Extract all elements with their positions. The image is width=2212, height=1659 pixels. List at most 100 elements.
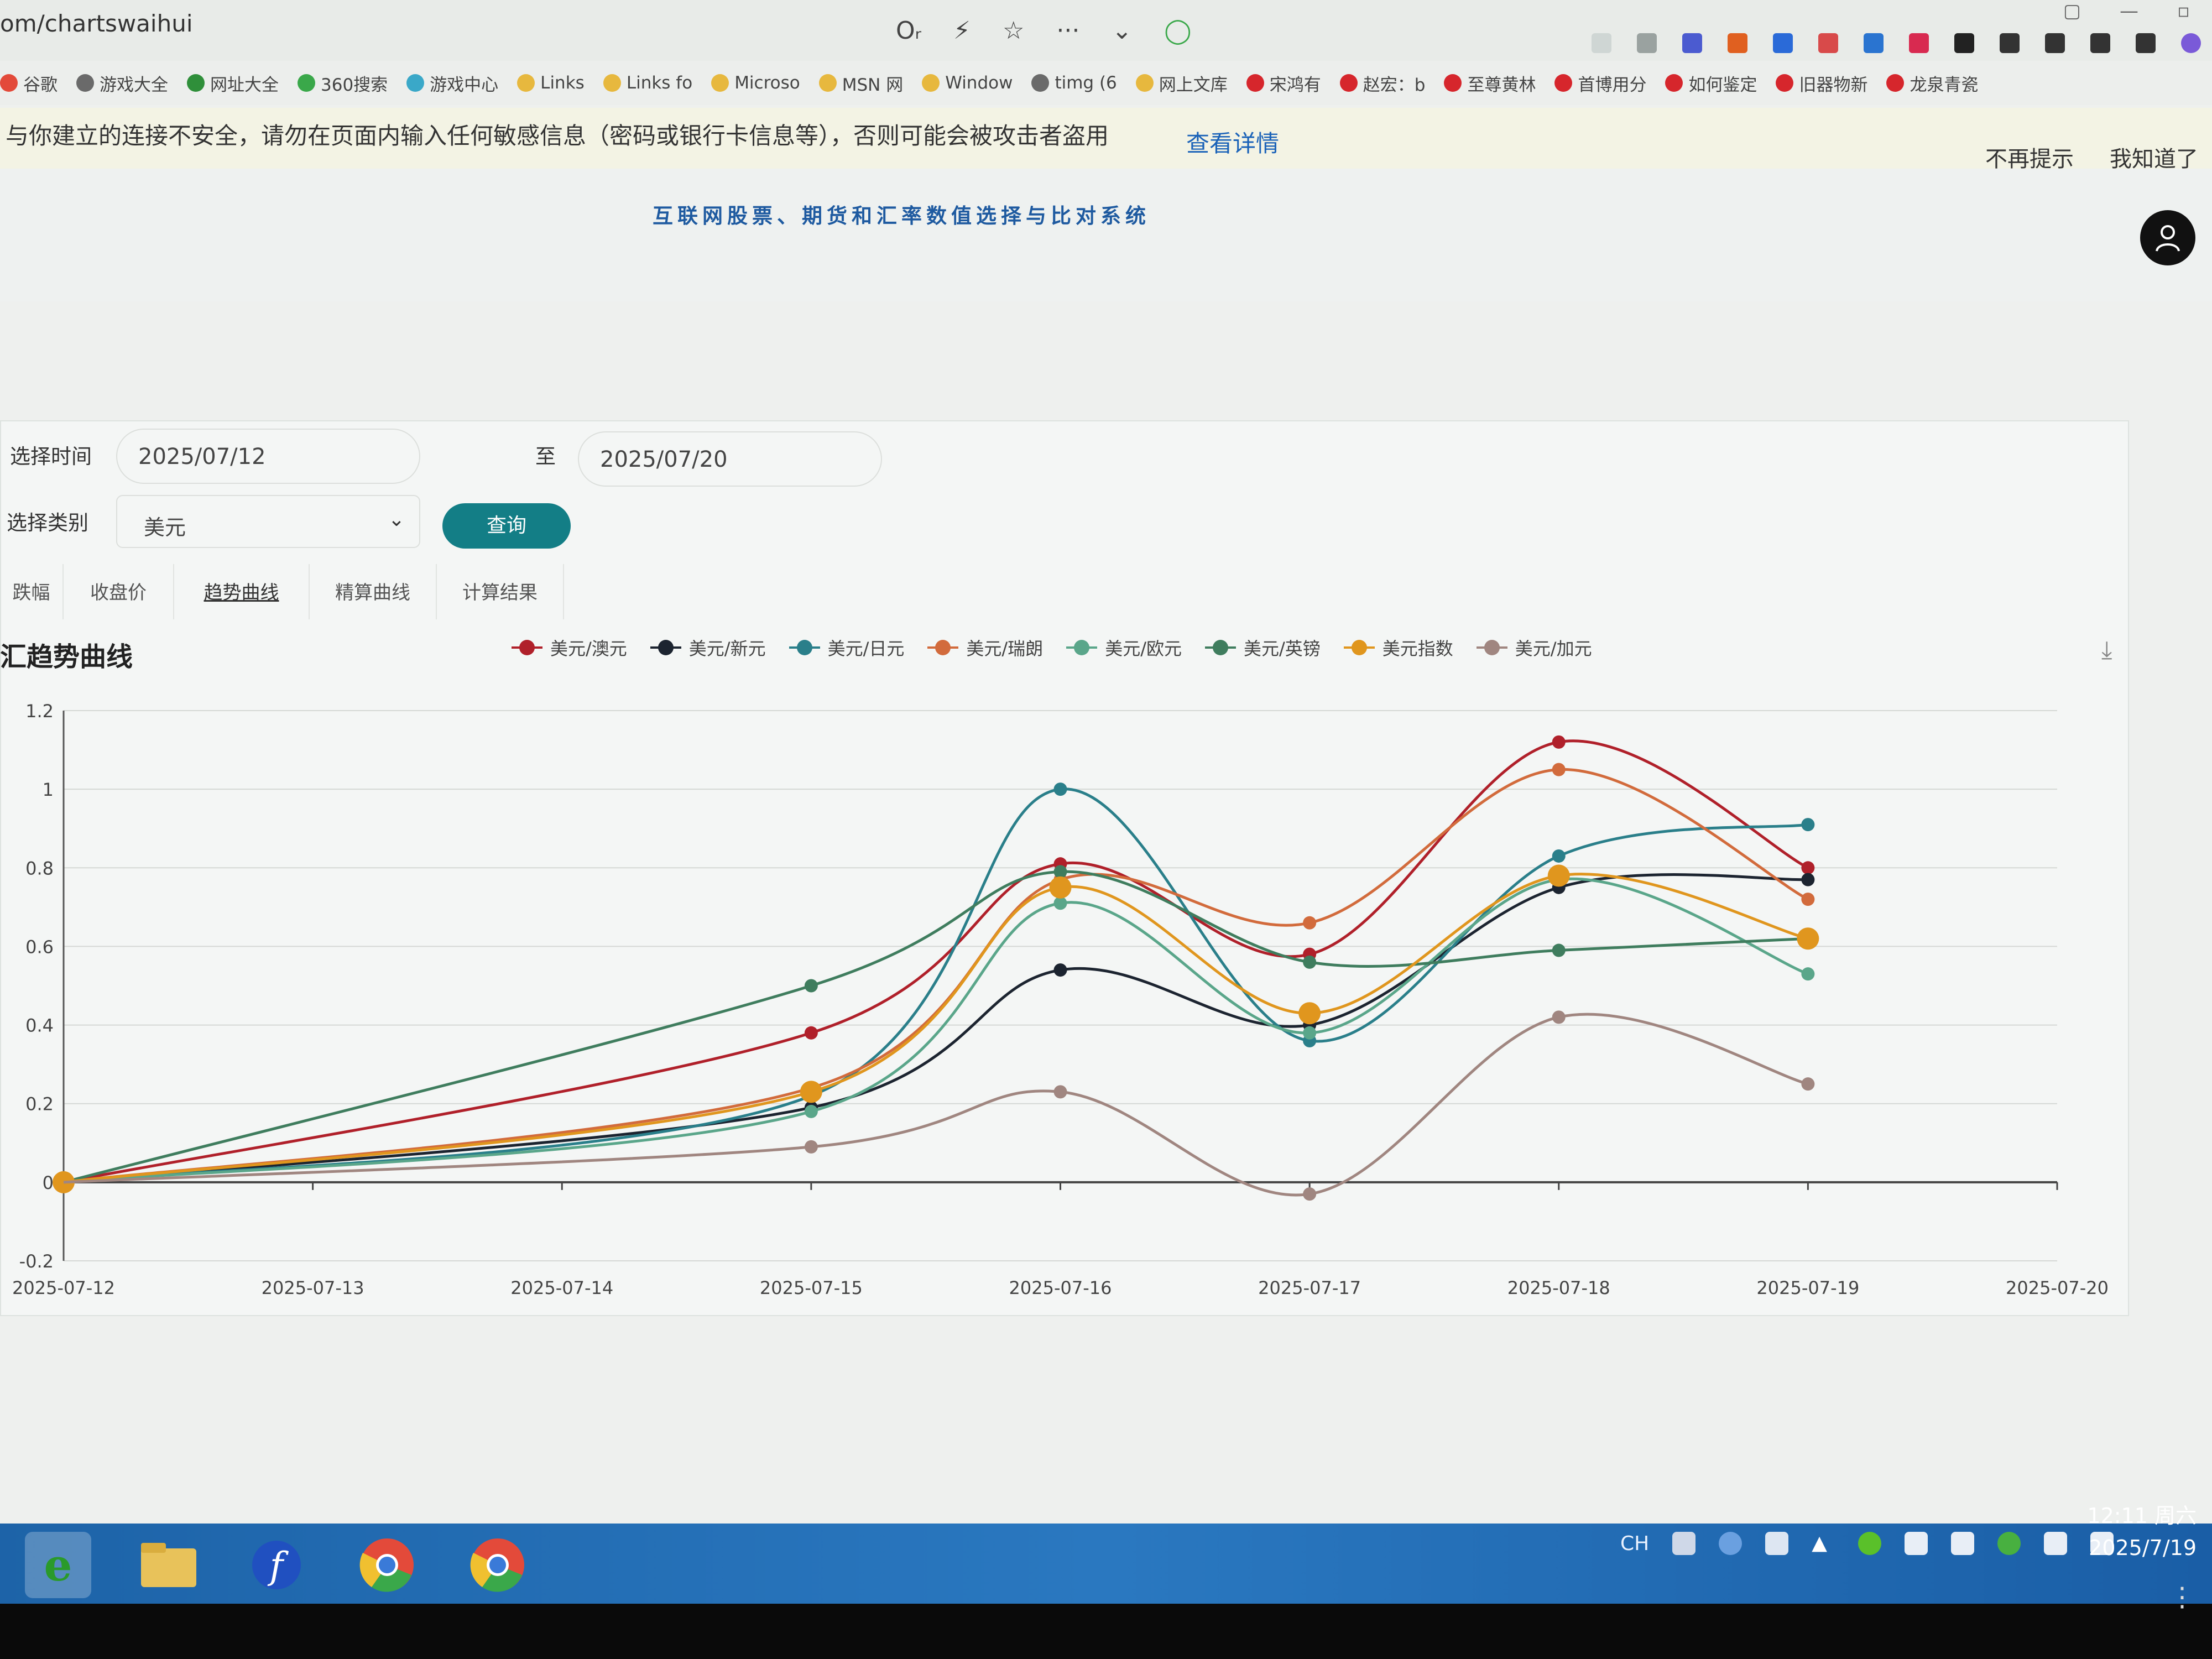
start-date-input[interactable]: 2025/07/12 xyxy=(116,429,420,484)
chevron-down-icon[interactable]: ⌄ xyxy=(1112,17,1132,45)
bookmark-item[interactable]: 首博用分 xyxy=(1554,71,1646,96)
network-icon[interactable] xyxy=(1765,1532,1789,1555)
bookmark-item[interactable]: 360搜索 xyxy=(298,71,388,96)
undo-icon[interactable] xyxy=(2090,33,2110,53)
chart-title: 汇趋势曲线 xyxy=(0,641,133,672)
scissors-icon[interactable] xyxy=(1637,33,1657,53)
legend-item[interactable]: 美元/欧元 xyxy=(1066,635,1182,660)
bookmark-label: Microso xyxy=(734,73,800,93)
bookmark-icon xyxy=(922,74,940,92)
legend-dot xyxy=(1484,640,1500,655)
bookmark-item[interactable]: MSN 网 xyxy=(818,71,903,96)
legend-item[interactable]: 美元/加元 xyxy=(1476,635,1592,660)
clipboard-icon[interactable] xyxy=(1905,1532,1928,1555)
data-point xyxy=(804,1104,818,1118)
extension-icon[interactable] xyxy=(1818,33,1838,53)
bookmark-item[interactable]: 游戏大全 xyxy=(76,71,168,96)
tab-trend-curve[interactable]: 趋势曲线 xyxy=(174,564,310,619)
bookmark-item[interactable]: 龙泉青瓷 xyxy=(1886,71,1978,96)
tab-close-price[interactable]: 收盘价 xyxy=(64,564,174,619)
trend-chart: 1.2 1 0.8 0.6 0.4 0.2 0 -0.2 2025-07-12 2025-07-1… xyxy=(12,701,2109,1298)
bookmark-item[interactable]: 游戏中心 xyxy=(406,71,498,96)
extension-icon[interactable] xyxy=(1773,33,1793,53)
briefcase-icon[interactable] xyxy=(2136,33,2156,53)
bookmark-label: 网上文库 xyxy=(1159,75,1228,95)
legend-item[interactable]: 美元/日元 xyxy=(789,635,904,660)
minimize-icon[interactable]: — xyxy=(2120,0,2138,22)
legend-item[interactable]: 美元/新元 xyxy=(650,635,766,660)
legend-label: 美元/澳元 xyxy=(550,638,627,659)
x-tick-label: 2025-07-14 xyxy=(510,1277,613,1298)
bolt-icon[interactable]: ⚡ xyxy=(953,17,971,45)
volume-icon[interactable] xyxy=(1951,1532,1975,1555)
tab-bar: 跌幅 收盘价 趋势曲线 精算曲线 计算结果 xyxy=(0,564,564,619)
bookmark-item[interactable]: 赵宏：b xyxy=(1339,71,1425,96)
data-point xyxy=(1298,1002,1321,1025)
update-icon[interactable] xyxy=(1997,1532,2021,1555)
keyboard-icon[interactable] xyxy=(1672,1532,1696,1555)
window-icon[interactable] xyxy=(1954,33,1974,53)
bookmark-item[interactable]: 谷歌 xyxy=(0,71,58,96)
loading-icon[interactable]: ◯ xyxy=(1164,17,1191,45)
extension-icon[interactable] xyxy=(1909,33,1929,53)
chrome-icon[interactable] xyxy=(465,1532,531,1598)
bookmark-icon xyxy=(76,74,94,92)
bookmark-label: 游戏大全 xyxy=(100,75,168,95)
legend-item[interactable]: 美元/英镑 xyxy=(1204,635,1321,660)
extension-icon[interactable] xyxy=(1728,33,1747,53)
bookmark-label: 宋鸿有 xyxy=(1269,75,1321,95)
legend-label: 美元/英镑 xyxy=(1243,638,1321,659)
view-details-link[interactable]: 查看详情 xyxy=(1186,125,1279,159)
legend-item[interactable]: 美元指数 xyxy=(1343,635,1453,660)
mail-icon[interactable] xyxy=(1864,33,1884,53)
flash-icon[interactable]: f xyxy=(243,1532,310,1598)
bookmark-item[interactable]: 网址大全 xyxy=(187,71,279,96)
bookmark-item[interactable]: 旧器物新 xyxy=(1776,71,1867,96)
key-icon[interactable]: Oᵣ xyxy=(896,17,921,45)
extension-icon[interactable] xyxy=(1592,33,1611,53)
input-language[interactable]: CH xyxy=(1620,1532,1649,1555)
bookmark-item[interactable]: 网上文库 xyxy=(1135,71,1228,96)
puzzle-icon[interactable] xyxy=(2000,33,2020,53)
download-icon[interactable] xyxy=(2045,33,2065,53)
end-date-input[interactable]: 2025/07/20 xyxy=(578,431,882,487)
chrome-logo xyxy=(470,1538,524,1592)
bookmark-item[interactable]: Window xyxy=(922,73,1013,93)
bookmark-item[interactable]: 至尊黄林 xyxy=(1444,71,1536,96)
extension-icon[interactable] xyxy=(1682,33,1702,53)
download-icon[interactable]: ⤓ xyxy=(2101,636,2112,664)
ie-icon[interactable]: e xyxy=(25,1532,91,1598)
bookmark-item[interactable]: Links fo xyxy=(603,73,692,93)
file-explorer-icon[interactable] xyxy=(135,1532,202,1598)
data-point xyxy=(1801,967,1815,981)
action-center-icon[interactable] xyxy=(2044,1532,2068,1555)
star-icon[interactable]: ☆ xyxy=(1003,17,1024,45)
security-icon[interactable] xyxy=(1858,1532,1882,1555)
show-hidden-icon[interactable]: ▲ xyxy=(1812,1532,1835,1555)
chrome-icon[interactable] xyxy=(354,1532,420,1598)
category-select[interactable]: 美元 ⌄ xyxy=(116,495,420,548)
bookmark-icon xyxy=(711,74,729,92)
help-icon[interactable] xyxy=(1719,1532,1743,1555)
user-avatar[interactable] xyxy=(2140,210,2195,265)
bookmark-icon xyxy=(517,74,535,92)
address-bar-url[interactable]: om/chartswaihui xyxy=(0,10,193,37)
taskbar-clock[interactable]: 12:11 周六 2025/7/19 xyxy=(2087,1500,2197,1564)
close-icon[interactable]: ▫ xyxy=(2177,0,2190,22)
more-icon[interactable]: ⋮ xyxy=(2169,1582,2195,1613)
query-button[interactable]: 查询 xyxy=(442,503,571,549)
extension-icon[interactable] xyxy=(2181,33,2201,53)
tab-actuarial-curve[interactable]: 精算曲线 xyxy=(310,564,437,619)
legend-item[interactable]: 美元/澳元 xyxy=(512,635,627,660)
more-icon[interactable]: ··· xyxy=(1056,17,1079,45)
bookmark-item[interactable]: Links xyxy=(517,73,585,93)
data-point xyxy=(1303,1026,1317,1040)
restore-icon[interactable]: ▢ xyxy=(2063,0,2081,22)
tab-decline[interactable]: 跌幅 xyxy=(0,564,64,619)
bookmark-item[interactable]: Microso xyxy=(711,73,800,93)
tab-calc-result[interactable]: 计算结果 xyxy=(437,564,564,619)
bookmark-item[interactable]: 如何鉴定 xyxy=(1665,71,1757,96)
legend-item[interactable]: 美元/瑞朗 xyxy=(927,635,1043,660)
bookmark-item[interactable]: timg (6 xyxy=(1031,73,1117,93)
bookmark-item[interactable]: 宋鸿有 xyxy=(1246,71,1321,96)
